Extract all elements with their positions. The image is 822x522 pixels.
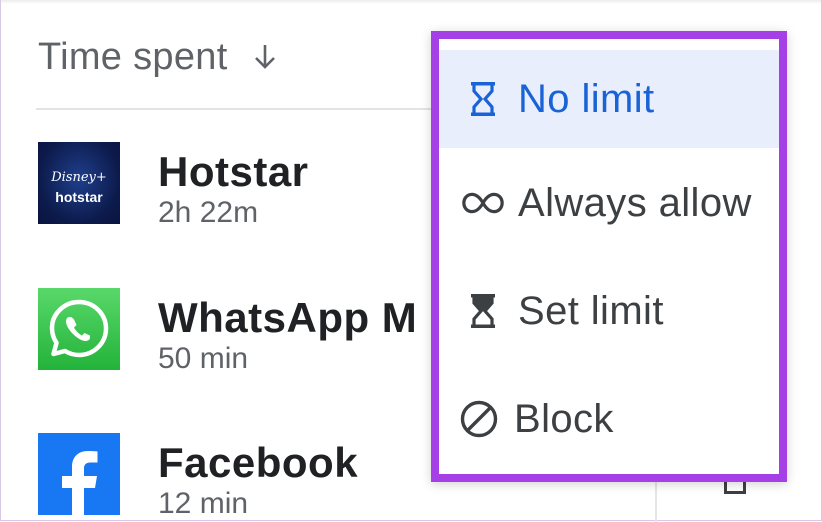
arrow-down-icon xyxy=(254,43,276,71)
app-row-facebook[interactable]: Facebook 12 min xyxy=(38,433,458,522)
hourglass-filled-icon xyxy=(461,289,505,333)
block-icon xyxy=(457,397,501,441)
app-time-spent: 12 min xyxy=(158,487,249,520)
menu-item-always-allow[interactable]: Always allow xyxy=(439,154,779,252)
menu-item-label: Block xyxy=(514,396,614,441)
menu-item-no-limit[interactable]: No limit xyxy=(439,50,779,148)
app-name: WhatsApp M xyxy=(158,294,418,341)
app-name: Hotstar xyxy=(158,148,309,195)
header-divider xyxy=(36,108,436,110)
infinity-icon xyxy=(461,181,505,225)
hourglass-empty-icon xyxy=(461,77,505,121)
app-time-spent: 2h 22m xyxy=(158,196,259,229)
app-row-whatsapp[interactable]: WhatsApp M 50 min xyxy=(38,288,458,378)
facebook-logo-icon xyxy=(38,433,120,515)
menu-item-label: Set limit xyxy=(518,288,664,333)
hotstar-logo-text: hotstar xyxy=(55,189,103,205)
hotstar-logo-icon: Disney+ hotstar xyxy=(38,142,120,224)
menu-item-block[interactable]: Block xyxy=(439,370,779,468)
app-time-spent: 50 min xyxy=(158,342,249,375)
sort-by-time-spent-button[interactable]: Time spent xyxy=(38,32,276,82)
app-limit-menu: No limit Always allow Set limit Block xyxy=(431,31,787,482)
hotstar-logo-disney: Disney+ xyxy=(51,170,107,185)
row-divider xyxy=(655,482,657,522)
whatsapp-logo-icon xyxy=(38,288,120,370)
menu-item-set-limit[interactable]: Set limit xyxy=(439,262,779,360)
app-name: Facebook xyxy=(158,439,359,486)
menu-item-label: No limit xyxy=(518,76,655,121)
sort-label: Time spent xyxy=(38,35,228,78)
app-row-hotstar[interactable]: Disney+ hotstar Hotstar 2h 22m xyxy=(38,142,458,232)
menu-item-label: Always allow xyxy=(518,180,752,225)
timer-icon xyxy=(724,482,746,494)
